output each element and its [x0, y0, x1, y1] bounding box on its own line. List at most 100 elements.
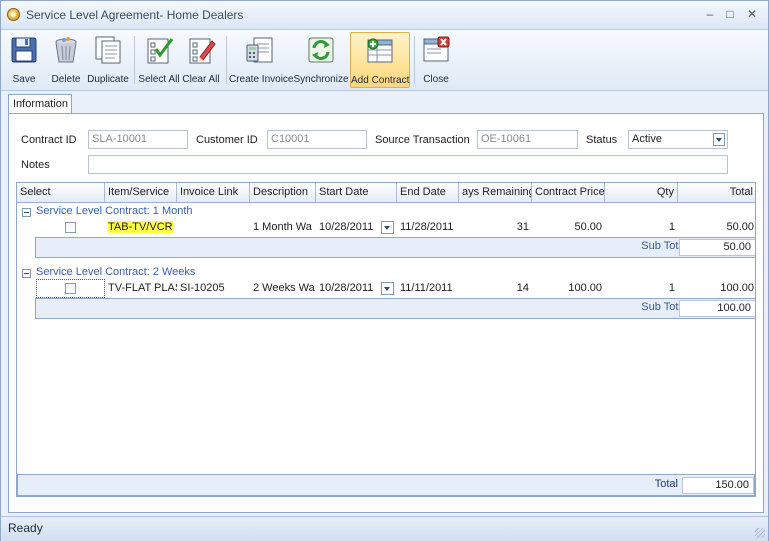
- status-label: Status: [586, 134, 618, 146]
- qty-cell: 1: [668, 221, 675, 233]
- resize-grip-icon[interactable]: [755, 528, 765, 538]
- subtotal-value: 100.00: [679, 300, 755, 317]
- status-text: Ready: [8, 521, 43, 535]
- select-all-label: Select All: [138, 74, 180, 85]
- create-invoice-icon: [246, 37, 273, 63]
- add-contract-label: Add Contract: [351, 75, 410, 86]
- subtotal-row: Sub Total: 50.00: [35, 237, 755, 258]
- customer-id-label: Customer ID: [196, 134, 258, 146]
- save-label: Save: [12, 74, 36, 85]
- toolbar: Save Delete Duplicate Select All Clear A…: [1, 30, 768, 91]
- contract-id-label: Contract ID: [21, 134, 77, 146]
- group-title: Service Level Contract: 2 Weeks: [36, 266, 196, 278]
- end-date-cell: 11/28/2011: [400, 221, 454, 233]
- toolbar-separator: [226, 36, 227, 84]
- chevron-down-icon[interactable]: [381, 221, 394, 234]
- add-contract-icon: [367, 38, 393, 63]
- column-header-total[interactable]: Total: [678, 183, 755, 202]
- save-icon: [11, 37, 37, 63]
- delete-button[interactable]: Delete: [47, 32, 85, 88]
- source-transaction-field[interactable]: OE-10061: [477, 130, 578, 149]
- description-cell: 2 Weeks Wa: [253, 282, 315, 294]
- trash-icon: [55, 37, 77, 63]
- customer-id-field[interactable]: C10001: [267, 130, 367, 149]
- grand-total-value: 150.00: [682, 477, 754, 494]
- tab-information[interactable]: Information: [8, 94, 72, 113]
- start-date-cell[interactable]: 10/28/2011: [316, 217, 380, 237]
- select-all-button[interactable]: Select All: [138, 32, 180, 88]
- days-remaining-cell: 31: [516, 221, 529, 233]
- start-date-cell[interactable]: 10/28/2011: [316, 278, 380, 298]
- duplicate-button[interactable]: Duplicate: [87, 32, 129, 88]
- column-header-contract-price[interactable]: Contract Price: [532, 183, 605, 202]
- contract-grid: Select Item/Service Invoice Link Descrip…: [16, 182, 756, 497]
- total-cell: 100.00: [720, 282, 754, 294]
- item-service-cell: TAB-TV/VCR: [108, 221, 173, 233]
- total-cell: 50.00: [726, 221, 754, 233]
- subtotal-label: Sub Total:: [641, 301, 690, 313]
- create-invoice-label: Create Invoice: [229, 74, 294, 85]
- description-cell: 1 Month Wa: [253, 221, 312, 233]
- column-header-description[interactable]: Description: [250, 183, 316, 202]
- column-header-qty[interactable]: Qty: [605, 183, 678, 202]
- row-select-checkbox[interactable]: [65, 283, 76, 294]
- close-window-button[interactable]: ✕: [741, 5, 763, 23]
- close-label: Close: [423, 74, 449, 85]
- grand-total-row: Total 150.00: [17, 474, 755, 496]
- notes-field[interactable]: [88, 155, 728, 174]
- column-header-days-remaining[interactable]: ays Remaining: [459, 183, 532, 202]
- column-header-select[interactable]: Select: [17, 183, 105, 202]
- grand-total-label: Total: [654, 478, 678, 490]
- contract-price-cell: 100.00: [568, 282, 602, 294]
- maximize-button[interactable]: □: [719, 5, 741, 23]
- app-icon: [7, 8, 20, 21]
- duplicate-label: Duplicate: [87, 74, 129, 85]
- select-all-icon: [147, 38, 174, 64]
- create-invoice-button[interactable]: Create Invoice: [229, 32, 294, 88]
- subtotal-label: Sub Total:: [641, 240, 690, 252]
- clear-all-label: Clear All: [182, 74, 220, 85]
- row-select-checkbox[interactable]: [65, 222, 76, 233]
- qty-cell: 1: [668, 282, 675, 294]
- chevron-down-icon[interactable]: [713, 133, 725, 146]
- add-contract-button[interactable]: Add Contract: [350, 32, 410, 88]
- window-title: Service Level Agreement- Home Dealers: [26, 8, 244, 22]
- duplicate-icon: [95, 36, 121, 64]
- subtotal-value: 50.00: [679, 239, 755, 256]
- invoice-link-cell[interactable]: SI-10205: [177, 278, 250, 298]
- toolbar-separator: [134, 36, 135, 84]
- contract-price-cell: 50.00: [574, 221, 602, 233]
- close-button[interactable]: Close: [417, 32, 455, 88]
- clear-all-icon: [189, 38, 216, 64]
- synchronize-button[interactable]: Synchronize: [293, 32, 349, 88]
- item-service-cell: TV-FLAT PLAS: [108, 282, 177, 294]
- column-header-start-date[interactable]: Start Date: [316, 183, 397, 202]
- minimize-button[interactable]: –: [699, 5, 721, 23]
- end-date-cell: 11/11/2011: [400, 282, 453, 294]
- status-bar: Ready: [1, 516, 768, 541]
- save-button[interactable]: Save: [5, 32, 43, 88]
- chevron-down-icon[interactable]: [381, 282, 394, 295]
- subtotal-row: Sub Total: 100.00: [35, 298, 755, 319]
- synchronize-label: Synchronize: [293, 74, 349, 85]
- grid-header: Select Item/Service Invoice Link Descrip…: [17, 183, 755, 203]
- synchronize-icon: [308, 37, 334, 63]
- toolbar-separator: [414, 36, 415, 84]
- clear-all-button[interactable]: Clear All: [181, 32, 221, 88]
- column-header-item-service[interactable]: Item/Service: [105, 183, 177, 202]
- information-panel: Contract ID SLA-10001 Customer ID C10001…: [8, 113, 764, 513]
- collapse-group-icon[interactable]: [22, 208, 31, 217]
- group-title: Service Level Contract: 1 Month: [36, 205, 193, 217]
- invoice-link-cell[interactable]: [177, 217, 250, 237]
- collapse-group-icon[interactable]: [22, 269, 31, 278]
- notes-label: Notes: [21, 159, 50, 171]
- close-form-icon: [423, 36, 450, 62]
- status-value: Active: [632, 133, 662, 145]
- column-header-invoice-link[interactable]: Invoice Link: [177, 183, 250, 202]
- source-transaction-label: Source Transaction: [375, 134, 470, 146]
- column-header-end-date[interactable]: End Date: [397, 183, 459, 202]
- contract-id-field[interactable]: SLA-10001: [88, 130, 188, 149]
- sla-window: Service Level Agreement- Home Dealers – …: [0, 0, 769, 541]
- delete-label: Delete: [51, 74, 81, 85]
- status-select[interactable]: Active: [628, 130, 728, 149]
